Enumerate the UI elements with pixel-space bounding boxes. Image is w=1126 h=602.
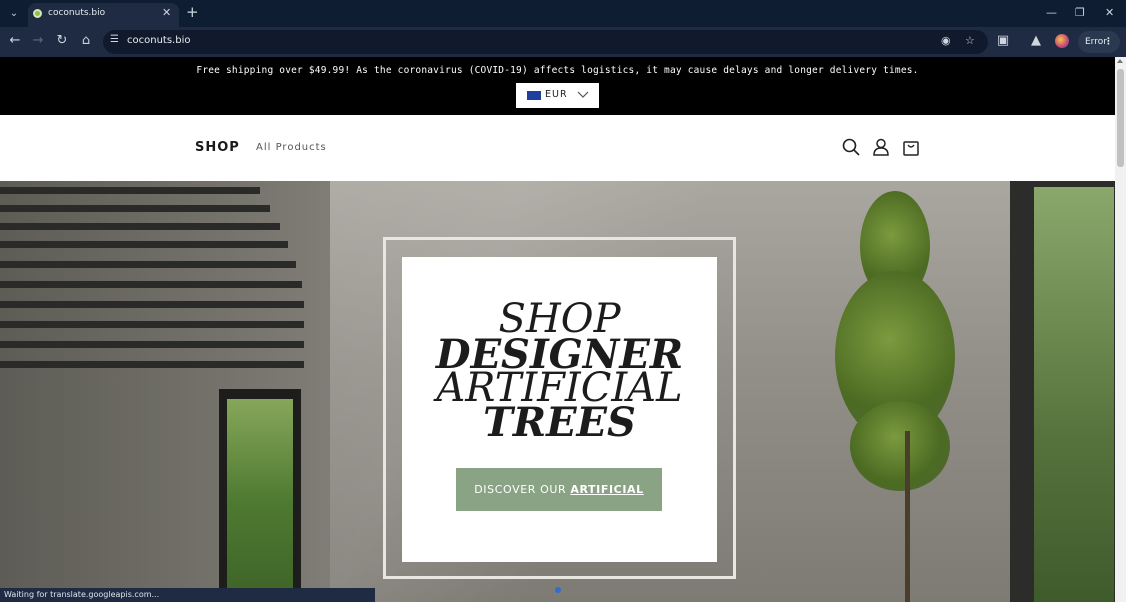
nav-all-products[interactable]: All Products [256,142,327,153]
tree-foliage [850,401,950,491]
ceiling-beam [0,187,260,194]
close-tab-icon[interactable]: ✕ [162,6,171,19]
page-scrollbar[interactable] [1115,57,1126,602]
minimize-icon[interactable]: — [1046,6,1057,19]
labs-flask-icon[interactable]: ▲ [1028,33,1044,48]
tab-search-icon[interactable]: ⌄ [5,5,23,23]
eye-off-icon[interactable]: ◉ [941,34,951,47]
ceiling-beam [0,223,280,230]
page-viewport: Free shipping over $49.99! As the corona… [0,57,1126,602]
discover-artificial-trees-button[interactable]: DISCOVER OUR ARTIFICIAL TREES [456,468,662,539]
chevron-down-icon [577,91,589,98]
ceiling-beam [0,205,270,212]
status-bubble: Waiting for translate.googleapis.com... [0,588,375,602]
profile-error-chip[interactable]: Error ⋮ [1078,31,1120,53]
url-text[interactable]: coconuts.bio [127,35,190,46]
tab-title: coconuts.bio [48,8,106,18]
hero-card: SHOP DESIGNER ARTIFICIAL TREES DISCOVER … [402,257,717,562]
search-icon[interactable] [841,137,861,157]
site-info-icon[interactable]: ☰ [110,34,119,45]
ceiling-beam [0,341,304,348]
currency-selector[interactable]: EUR [516,83,599,108]
ceiling-beam [0,361,304,368]
tree-trunk [905,431,910,602]
site-logo[interactable]: SHOP [195,140,240,155]
forward-icon[interactable]: → [30,33,46,48]
cta-prefix: DISCOVER OUR [474,483,567,496]
profile-avatar[interactable] [1055,34,1069,48]
extensions-icon[interactable]: ▣ [995,33,1011,48]
ceiling-beam [0,321,304,328]
slider-dot[interactable] [555,587,561,593]
ceiling-beam [0,301,304,308]
currency-code: EUR [545,89,568,100]
globe-icon [33,9,42,18]
announcement-bar: Free shipping over $49.99! As the corona… [0,57,1115,115]
new-tab-icon[interactable]: + [186,5,199,20]
cart-icon[interactable] [901,137,921,157]
ceiling-beam [0,241,288,248]
address-bar[interactable]: ☰ coconuts.bio ◉ ☆ [103,30,988,54]
menu-kebab-icon[interactable]: ⋮ [1104,31,1113,53]
eu-flag-icon [527,91,541,100]
hero-heading-line: TREES [483,399,636,446]
bookmark-star-icon[interactable]: ☆ [965,34,975,47]
window-close-icon[interactable]: ✕ [1105,6,1114,19]
ceiling-beam [0,261,296,268]
hero-banner: SHOP DESIGNER ARTIFICIAL TREES DISCOVER … [0,181,1115,602]
tab-strip: ⌄ coconuts.bio ✕ + — ❐ ✕ [0,0,1126,27]
garden-view [227,399,293,602]
announcement-text: Free shipping over $49.99! As the corona… [196,65,919,76]
scroll-up-icon[interactable] [1117,59,1123,63]
reload-icon[interactable]: ↻ [54,33,70,48]
scroll-thumb[interactable] [1117,69,1124,167]
restore-icon[interactable]: ❐ [1075,6,1085,19]
garden-view [1034,187,1114,602]
hero-window [1010,181,1115,602]
back-icon[interactable]: ← [7,33,23,48]
browser-toolbar: ← → ↻ ⌂ ☰ coconuts.bio ◉ ☆ ▣ ▲ Error ⋮ [0,27,1126,57]
account-icon[interactable] [871,137,891,157]
ceiling-beam [0,281,302,288]
home-icon[interactable]: ⌂ [78,33,94,48]
hero-doorway [219,389,301,602]
browser-tab[interactable]: coconuts.bio ✕ [28,3,179,27]
site-header: SHOP All Products [0,115,1115,181]
